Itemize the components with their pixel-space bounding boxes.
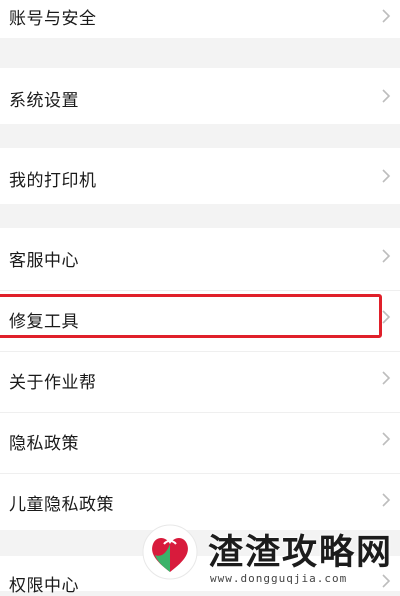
watermark-name: 渣渣攻略网 (208, 532, 394, 573)
chevron-right-icon (380, 371, 392, 385)
menu-item-label: 账号与安全 (9, 9, 97, 29)
chevron-right-icon (380, 89, 392, 103)
menu-item-label: 系统设置 (9, 91, 79, 111)
menu-item-label: 隐私政策 (9, 434, 79, 454)
chevron-right-icon (380, 9, 392, 23)
highlight-box (0, 294, 382, 338)
menu-item-account-security[interactable]: 账号与安全 (0, 0, 400, 38)
watermark-url: www.dongguqjia.com (210, 572, 348, 585)
menu-item-customer-service[interactable]: 客服中心 (0, 228, 400, 290)
menu-item-about[interactable]: 关于作业帮 (0, 352, 400, 412)
menu-item-system-settings[interactable]: 系统设置 (0, 68, 400, 124)
menu-item-label: 儿童隐私政策 (9, 495, 114, 515)
menu-item-label: 客服中心 (9, 251, 79, 271)
settings-screen: 账号与安全 系统设置 我的打印机 客服中心 修复工具 关于作业帮 隐私政策 儿童… (0, 0, 400, 596)
menu-item-label: 我的打印机 (9, 171, 97, 191)
chevron-right-icon (380, 432, 392, 446)
chevron-right-icon (380, 493, 392, 507)
watermark: 渣渣攻略网 www.dongguqjia.com (140, 518, 400, 591)
menu-item-label: 关于作业帮 (9, 373, 97, 393)
menu-item-privacy-policy[interactable]: 隐私政策 (0, 413, 400, 473)
menu-item-label: 权限中心 (9, 576, 79, 596)
chevron-right-icon (380, 249, 392, 263)
menu-item-my-printer[interactable]: 我的打印机 (0, 148, 400, 204)
chevron-right-icon (380, 169, 392, 183)
heart-logo-icon (140, 522, 200, 582)
